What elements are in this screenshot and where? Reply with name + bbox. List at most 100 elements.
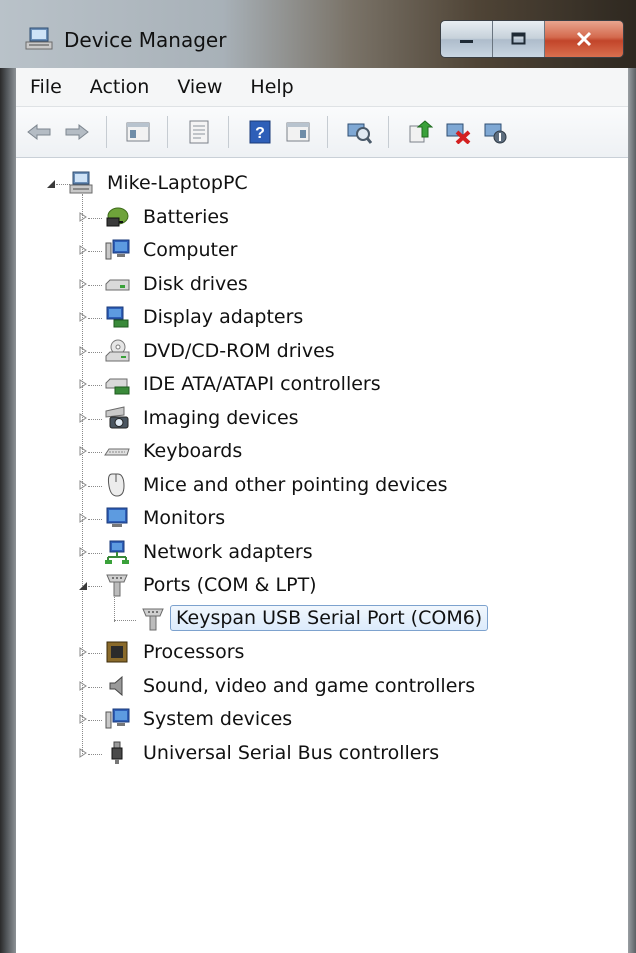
tree-item-label: Monitors <box>143 507 226 529</box>
expand-arrow-icon[interactable] <box>78 211 88 222</box>
maximize-button[interactable] <box>493 21 545 57</box>
title-bar[interactable]: Device Manager <box>0 0 636 68</box>
toolbar-separator <box>167 116 168 148</box>
device-tree: Mike-LaptopPC Batteries Computer Disk dr… <box>16 166 628 769</box>
tree-item-disk-drives[interactable]: Disk drives <box>16 267 628 301</box>
collapse-arrow-icon[interactable] <box>78 581 88 591</box>
expand-arrow-icon[interactable] <box>78 412 88 423</box>
disable-icon <box>484 123 507 144</box>
action-pane-icon <box>286 122 310 142</box>
forward-button[interactable] <box>62 117 92 147</box>
menu-view[interactable]: View <box>163 76 236 98</box>
tree-branch-line <box>114 619 136 621</box>
toolbar-separator <box>327 116 328 148</box>
tree-item-system-devices[interactable]: System devices <box>16 702 628 736</box>
tree-item-label: Computer <box>143 239 238 261</box>
show-hide-console-tree-button[interactable] <box>123 117 153 147</box>
tree-item-keyspan-serial-port[interactable]: Keyspan USB Serial Port (COM6) <box>16 602 628 636</box>
tree-item-label: Network adapters <box>143 540 313 563</box>
window-controls <box>440 20 624 58</box>
expand-arrow-icon[interactable] <box>78 546 88 557</box>
dvd-drive-icon <box>105 339 130 361</box>
expand-arrow-icon[interactable] <box>78 479 88 490</box>
maximize-icon <box>511 32 525 45</box>
expand-arrow-icon[interactable] <box>78 714 88 724</box>
back-button[interactable] <box>24 117 54 147</box>
minimize-icon <box>459 40 473 43</box>
tree-item-processors[interactable]: Processors <box>16 635 628 669</box>
tree-item-dvd-drives[interactable]: DVD/CD-ROM drives <box>16 334 628 368</box>
update-driver-button[interactable] <box>405 117 435 147</box>
device-tree-pane[interactable]: Mike-LaptopPC Batteries Computer Disk dr… <box>16 158 628 953</box>
tree-item-imaging-devices[interactable]: Imaging devices <box>16 401 628 435</box>
close-icon <box>576 31 592 47</box>
disable-button[interactable] <box>481 117 511 147</box>
tree-branch-line <box>88 385 102 386</box>
tree-item-ide-controllers[interactable]: IDE ATA/ATAPI controllers <box>16 367 628 401</box>
collapse-arrow-icon <box>47 180 55 188</box>
tree-root-label: Mike-LaptopPC <box>107 172 248 194</box>
expand-arrow-icon[interactable] <box>78 446 88 456</box>
expand-arrow-icon[interactable] <box>78 379 88 389</box>
tree-branch-line <box>88 318 102 319</box>
window-title: Device Manager <box>64 28 227 52</box>
tree-item-label: IDE ATA/ATAPI controllers <box>143 373 381 395</box>
tree-item-keyboards[interactable]: Keyboards <box>16 434 628 468</box>
tree-item-label-selected: Keyspan USB Serial Port (COM6) <box>170 604 489 631</box>
ide-controller-icon <box>105 378 130 395</box>
menu-action[interactable]: Action <box>76 76 164 98</box>
uninstall-button[interactable] <box>443 117 473 147</box>
menu-help[interactable]: Help <box>236 76 307 98</box>
expand-arrow-icon[interactable] <box>78 513 88 523</box>
expand-arrow-icon[interactable] <box>78 345 88 356</box>
update-driver-icon <box>409 120 433 143</box>
help-icon: ? <box>249 120 271 144</box>
tree-item-mice[interactable]: Mice and other pointing devices <box>16 468 628 502</box>
tree-item-ports[interactable]: Ports (COM & LPT) <box>16 568 628 602</box>
close-button[interactable] <box>545 21 623 57</box>
expand-arrow-icon[interactable] <box>78 747 88 758</box>
port-icon <box>142 608 164 630</box>
menu-file[interactable]: File <box>16 76 76 98</box>
expand-arrow-icon[interactable] <box>78 245 88 255</box>
uninstall-icon <box>446 123 471 144</box>
tree-item-batteries[interactable]: Batteries <box>16 200 628 234</box>
tree-item-label: DVD/CD-ROM drives <box>143 339 335 362</box>
tree-root[interactable]: Mike-LaptopPC <box>16 166 628 200</box>
usb-icon <box>111 741 123 764</box>
tree-item-monitors[interactable]: Monitors <box>16 501 628 535</box>
tree-branch-line <box>88 418 102 420</box>
device-manager-window: Device Manager File Action View Help ? M… <box>0 0 636 953</box>
computer-icon <box>105 239 130 260</box>
disk-drive-icon <box>105 279 130 290</box>
properties-button[interactable] <box>184 117 214 147</box>
tree-item-network-adapters[interactable]: Network adapters <box>16 535 628 569</box>
tree-branch-line <box>88 753 102 755</box>
tree-branch-line <box>88 519 102 520</box>
tree-item-usb-controllers[interactable]: Universal Serial Bus controllers <box>16 736 628 770</box>
expand-arrow-icon[interactable] <box>78 312 88 322</box>
tree-item-display-adapters[interactable]: Display adapters <box>16 300 628 334</box>
expand-arrow-icon[interactable] <box>78 680 88 691</box>
properties-icon <box>189 120 209 144</box>
expand-arrow-icon[interactable] <box>78 278 88 289</box>
speaker-icon <box>109 675 123 696</box>
help-button[interactable]: ? <box>245 117 275 147</box>
action-pane-button[interactable] <box>283 117 313 147</box>
window-frame-right <box>628 68 636 953</box>
show-hide-console-tree-icon <box>126 122 150 142</box>
tree-item-sound-video-game[interactable]: Sound, video and game controllers <box>16 669 628 703</box>
tree-item-label: Ports (COM & LPT) <box>143 574 317 596</box>
tree-branch-line <box>88 452 102 453</box>
tree-branch-line <box>88 485 102 487</box>
expand-arrow-icon[interactable] <box>78 647 88 657</box>
window-frame-left <box>0 68 16 953</box>
tree-branch-line <box>88 251 102 252</box>
minimize-button[interactable] <box>441 21 493 57</box>
computer-root-icon <box>69 171 93 194</box>
tree-item-computer[interactable]: Computer <box>16 233 628 267</box>
scan-hardware-button[interactable] <box>344 117 374 147</box>
tree-item-label: Batteries <box>143 205 229 228</box>
tree-item-label: Display adapters <box>143 306 304 328</box>
svg-text:?: ? <box>255 125 265 142</box>
